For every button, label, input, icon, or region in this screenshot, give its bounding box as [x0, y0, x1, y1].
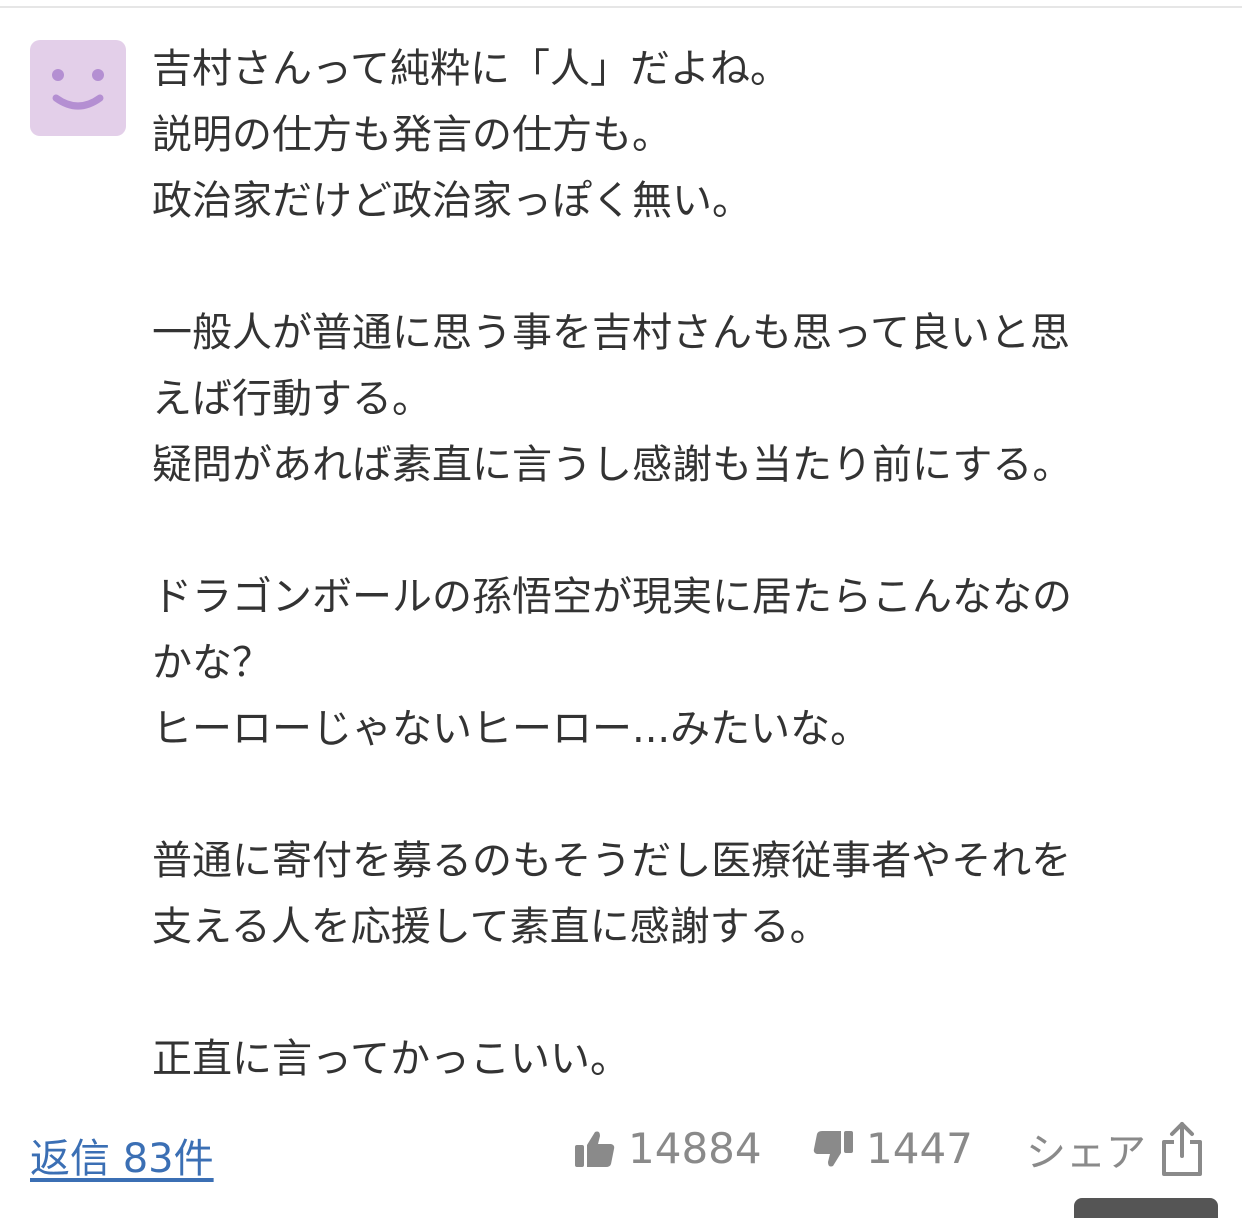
replies-link[interactable]: 返信 83件	[30, 1126, 214, 1184]
comment-line: 吉村さんって純粋に「人」だよね。	[152, 46, 790, 92]
dislike-button[interactable]: 1447	[812, 1124, 973, 1173]
like-button[interactable]: 14884	[574, 1124, 762, 1173]
comment-line: 疑問があれば素直に言うし感謝も当たり前にする。	[152, 442, 1073, 488]
like-count: 14884	[628, 1124, 762, 1173]
comment-line: ヒーローじゃないヒーロー...みたいな。	[152, 706, 871, 752]
smiley-avatar-icon	[52, 69, 104, 110]
comment-line: 支える人を応援して素直に感謝する。	[152, 904, 830, 950]
comment-line: 説明の仕方も発言の仕方も。	[152, 112, 672, 158]
avatar	[30, 40, 126, 136]
comment-body: 吉村さんって純粋に「人」だよね。 説明の仕方も発言の仕方も。 政治家だけど政治家…	[152, 36, 1212, 1092]
next-item-edge	[1074, 1198, 1218, 1218]
thumbs-down-icon	[813, 1130, 853, 1166]
share-button[interactable]: シェア	[1026, 1120, 1204, 1178]
dislike-count: 1447	[866, 1124, 973, 1173]
thumbs-up-icon	[575, 1131, 615, 1167]
comment-line: ドラゴンボールの孫悟空が現実に居たらこんななの	[152, 574, 1072, 620]
comment-line: 普通に寄付を募るのもそうだし医療従事者やそれを	[152, 838, 1072, 884]
comment-line: 正直に言ってかっこいい。	[152, 1036, 630, 1082]
top-divider	[0, 6, 1242, 8]
comment-line: 一般人が普通に思う事を吉村さんも思って良いと思	[152, 310, 1070, 356]
comment-line: かな？	[152, 640, 272, 686]
comment-line: 政治家だけど政治家っぽく無い。	[152, 178, 752, 224]
share-icon	[1162, 1122, 1202, 1176]
share-label: シェア	[1026, 1130, 1146, 1176]
comment-line: えば行動する。	[152, 376, 432, 422]
comment-footer: 返信 83件 14884 1447 シェア	[0, 1120, 1242, 1184]
